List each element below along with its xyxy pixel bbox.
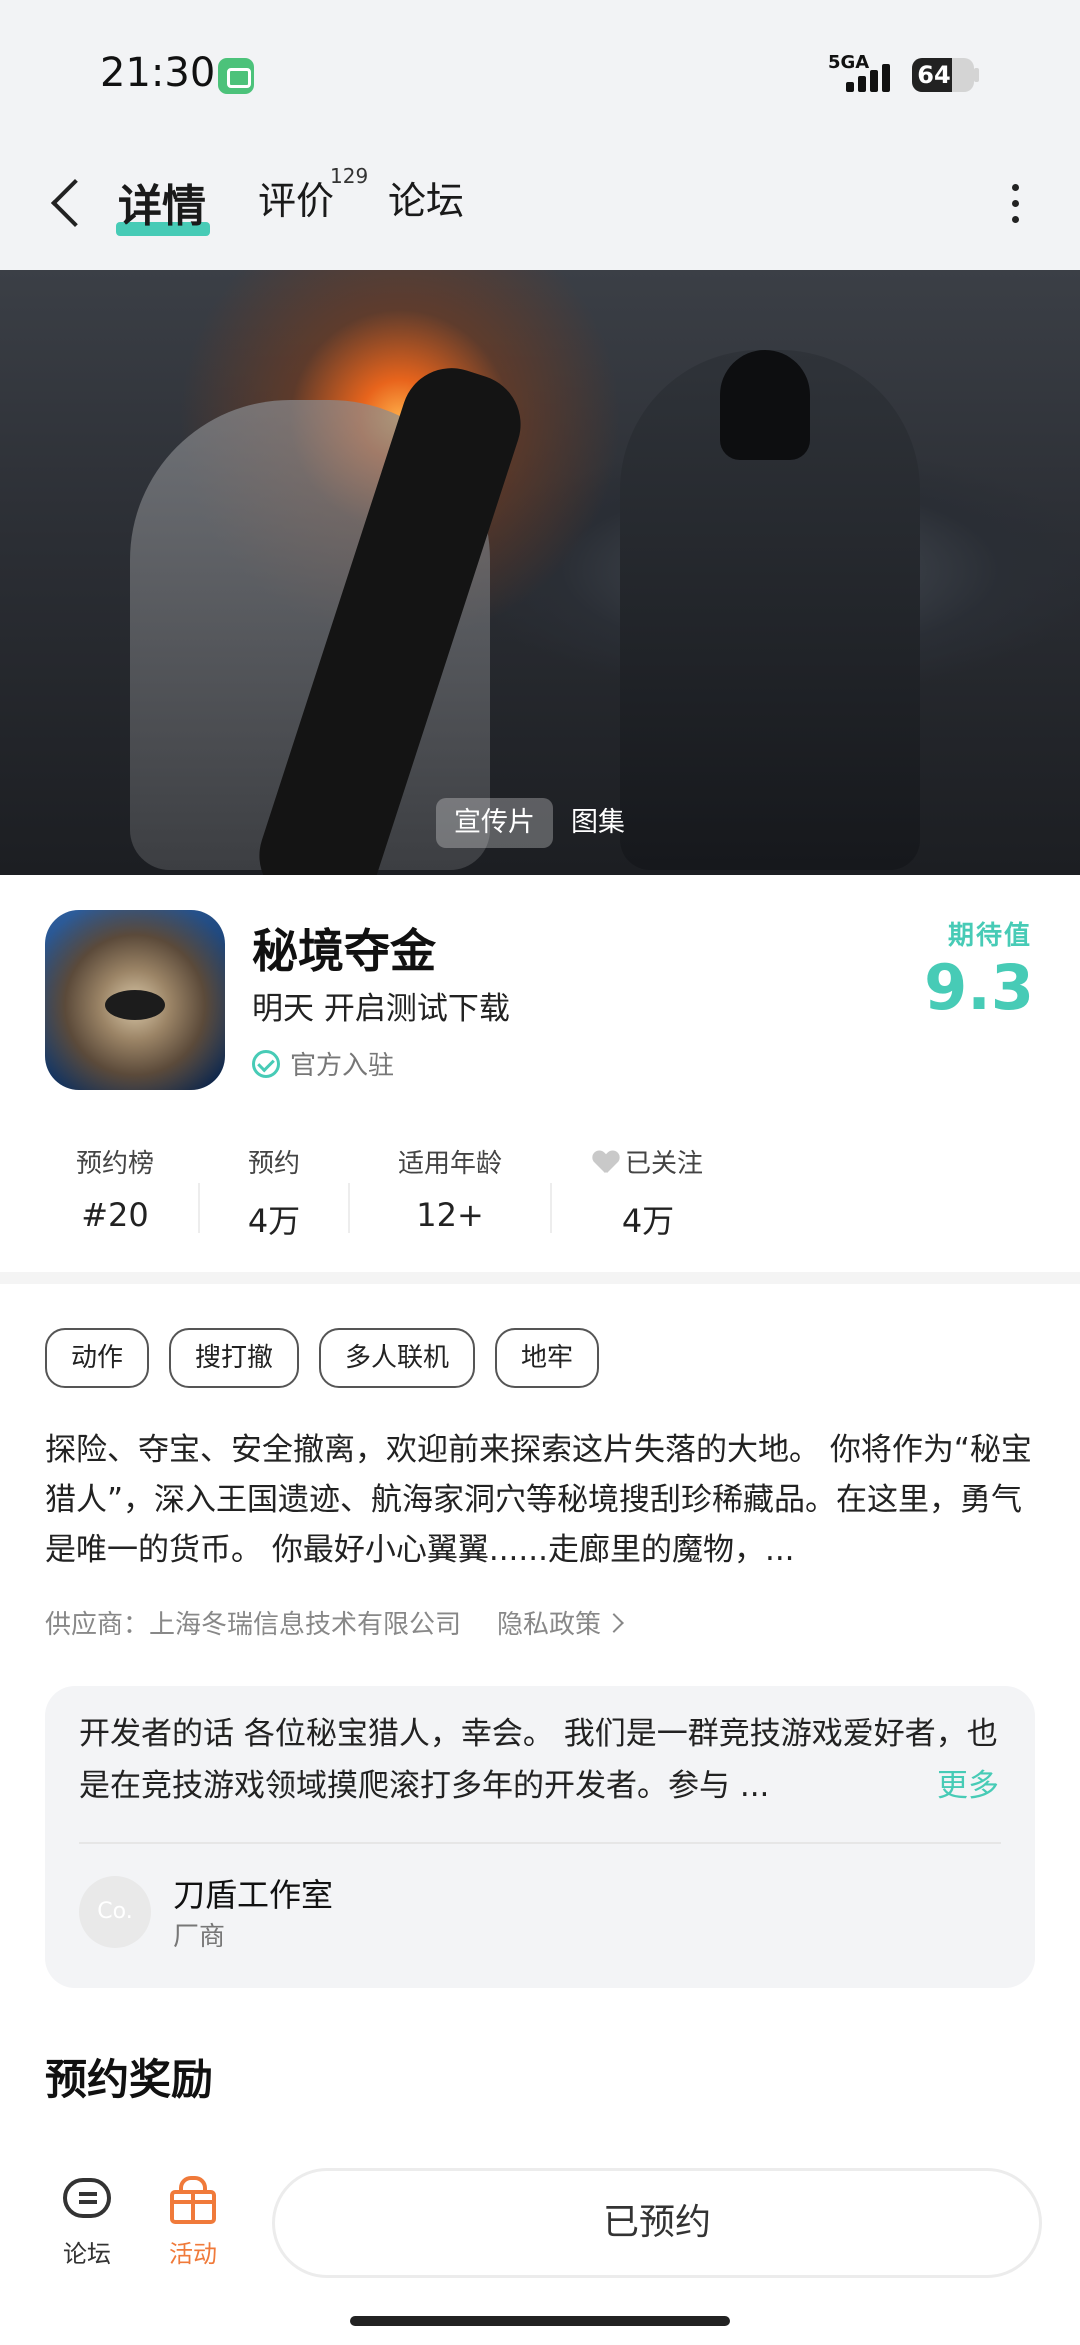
- battery-icon: 64: [912, 58, 974, 92]
- bottom-activity-button[interactable]: 活动: [148, 2174, 238, 2269]
- tab-review[interactable]: 评价: [258, 170, 334, 225]
- developer-message: 开发者的话 各位秘宝猎人，幸会。 我们是一群竞技游戏爱好者，也是在竞技游戏领域摸…: [79, 1716, 998, 1804]
- more-menu-button[interactable]: [1000, 180, 1030, 230]
- app-icon: [45, 910, 225, 1090]
- stat-follow-text: 已关注: [624, 1149, 703, 1179]
- gift-icon: [165, 2174, 221, 2226]
- heart-icon: [593, 1151, 619, 1175]
- developer-name[interactable]: 刀盾工作室: [173, 1870, 333, 1916]
- app-subtitle: 明天 开启测试下载: [252, 991, 510, 1027]
- top-nav: 详情 评价 129 论坛: [0, 150, 1080, 270]
- stat-age: 适用年龄 12+: [394, 1143, 506, 1234]
- stat-divider: [348, 1183, 350, 1233]
- status-time: 21:30: [100, 50, 216, 96]
- tag-list: 动作 搜打撤 多人联机 地牢: [45, 1328, 619, 1388]
- provider-label: 供应商：上海冬瑞信息技术有限公司: [45, 1610, 462, 1640]
- stat-divider: [550, 1183, 552, 1233]
- home-indicator[interactable]: [350, 2316, 730, 2326]
- media-tab-trailer[interactable]: 宣传片: [436, 798, 553, 848]
- media-tab-gallery[interactable]: 图集: [553, 798, 643, 848]
- chevron-right-icon: [604, 1612, 624, 1633]
- battery-cap: [974, 68, 979, 82]
- notification-app-icon: [218, 58, 254, 94]
- bottom-forum-button[interactable]: 论坛: [42, 2174, 132, 2269]
- privacy-policy-label: 隐私政策: [497, 1610, 602, 1640]
- developer-role: 厂商: [173, 1922, 226, 1952]
- bottom-forum-label: 论坛: [63, 2240, 111, 2268]
- developer-more-link[interactable]: 更多: [931, 1760, 999, 1812]
- stat-rank[interactable]: 预约榜 #20: [72, 1143, 158, 1234]
- section-gap: [0, 1272, 1080, 1284]
- tab-forum[interactable]: 论坛: [388, 170, 464, 225]
- signal-icon: [840, 60, 900, 92]
- battery-level: 64: [917, 61, 951, 89]
- stat-follow[interactable]: 已关注 4万: [588, 1143, 708, 1242]
- back-button[interactable]: [44, 172, 104, 232]
- game-description[interactable]: 探险、夺宝、安全撤离，欢迎前来探索这片失落的大地。 你将作为“秘宝猎人”，深入王…: [45, 1425, 1035, 1575]
- official-badge: 官方入驻: [252, 1045, 394, 1082]
- stat-rank-value: #20: [81, 1196, 149, 1234]
- reservation-rewards-title: 预约奖励: [45, 2055, 214, 2104]
- stat-reservations: 预约 4万: [246, 1143, 302, 1242]
- expect-score: 9.3: [924, 951, 1034, 1024]
- expect-label: 期待值: [947, 921, 1032, 951]
- tag-multiplayer[interactable]: 多人联机: [319, 1328, 476, 1388]
- tab-detail[interactable]: 详情: [118, 170, 206, 234]
- tag-extraction[interactable]: 搜打撤: [169, 1328, 300, 1388]
- stat-rank-label: 预约榜: [75, 1149, 154, 1179]
- provider-row: 供应商：上海冬瑞信息技术有限公司 隐私政策: [45, 1604, 624, 1641]
- status-bar: 21:30 5GA 64: [0, 0, 1080, 150]
- privacy-policy-link[interactable]: 隐私政策: [497, 1604, 624, 1641]
- stat-age-label: 适用年龄: [397, 1149, 502, 1179]
- stat-reservations-value: 4万: [247, 1202, 301, 1240]
- stat-follow-value: 4万: [621, 1202, 675, 1240]
- stats-row: 预约榜 #20 预约 4万 适用年龄 12+ 已关注 4万: [0, 1143, 1080, 1253]
- tab-detail-label: 详情: [118, 181, 206, 232]
- app-title: 秘境夺金: [252, 924, 436, 978]
- tag-action[interactable]: 动作: [45, 1328, 150, 1388]
- stat-age-value: 12+: [416, 1196, 484, 1234]
- bottom-activity-label: 活动: [169, 2240, 217, 2268]
- check-circle-icon: [252, 1049, 280, 1078]
- review-count-badge: 129: [330, 164, 369, 188]
- official-label: 官方入驻: [290, 1051, 395, 1081]
- hero-hood: [720, 350, 810, 460]
- forum-icon: [59, 2174, 115, 2226]
- app-info: 秘境夺金 明天 开启测试下载 官方入驻 期待值 9.3 预约榜 #20 预约 4…: [0, 875, 1080, 1275]
- stat-divider: [198, 1183, 200, 1233]
- developer-avatar[interactable]: Co.: [79, 1876, 151, 1948]
- media-switch: 宣传片 图集: [436, 798, 643, 848]
- hero-video[interactable]: 宣传片 图集: [0, 270, 1080, 875]
- developer-card: 开发者的话 各位秘宝猎人，幸会。 我们是一群竞技游戏爱好者，也是在竞技游戏领域摸…: [45, 1686, 1035, 1988]
- stat-follow-label: 已关注: [588, 1143, 708, 1180]
- tag-dungeon[interactable]: 地牢: [495, 1328, 600, 1388]
- stat-reservations-label: 预约: [247, 1149, 300, 1179]
- reserved-button[interactable]: 已预约: [272, 2168, 1042, 2278]
- divider: [79, 1842, 1001, 1844]
